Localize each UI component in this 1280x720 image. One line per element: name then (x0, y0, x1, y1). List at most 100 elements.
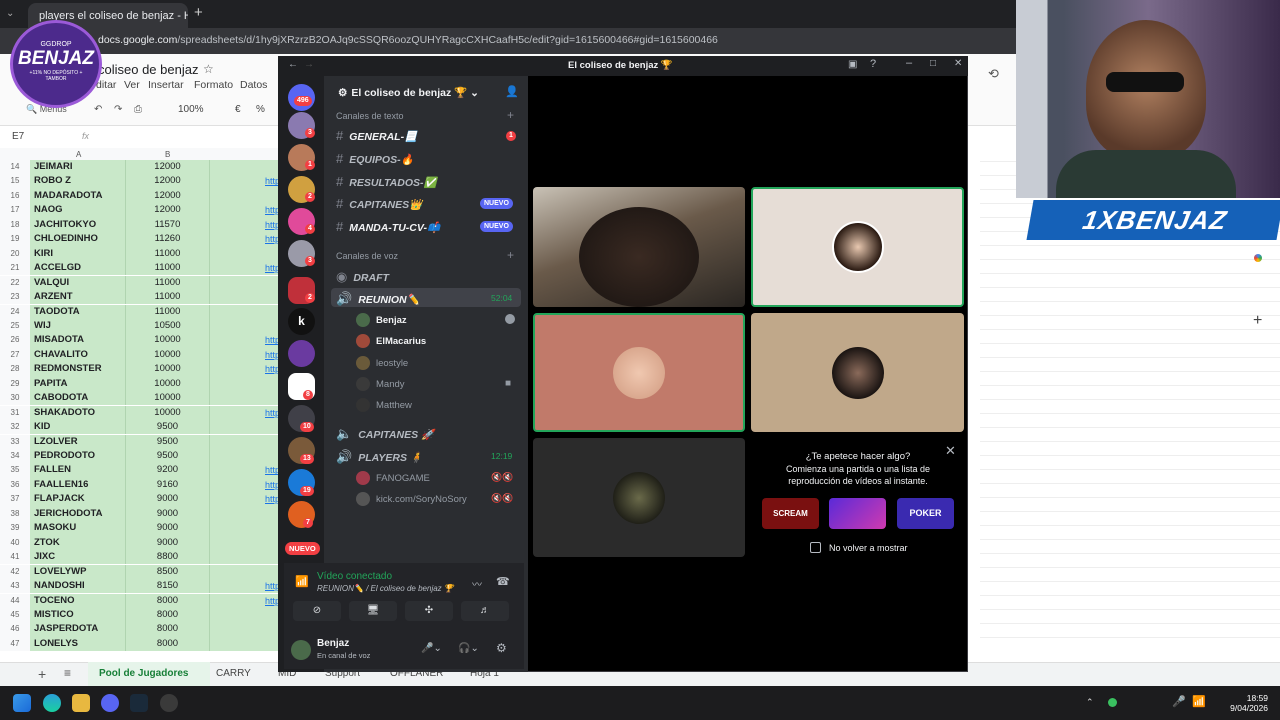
row-number[interactable]: 15 (0, 174, 30, 189)
player-name-cell[interactable]: MADARADOTA (30, 188, 126, 204)
server-icon-k[interactable]: k (288, 308, 315, 335)
row-number[interactable]: 47 (0, 636, 30, 652)
all-sheets-icon[interactable]: ≡ (64, 666, 71, 680)
link-cell[interactable] (210, 506, 280, 522)
voice-user-sorynosory[interactable]: kick.com/SoryNoSory (356, 492, 467, 506)
video-tile-speaking[interactable] (751, 187, 964, 307)
menu-edit[interactable]: ditar (96, 79, 116, 91)
voice-capitanes[interactable]: 🔈 CAPITANES 🚀 (336, 426, 434, 442)
settings-gear-icon[interactable]: ⚙ (496, 641, 507, 655)
menu-insert[interactable]: Insertar (148, 79, 184, 91)
player-name-cell[interactable]: JIXC (30, 550, 126, 565)
player-value-cell[interactable]: 11570 (126, 217, 210, 233)
row-number[interactable]: 34 (0, 449, 30, 464)
player-name-cell[interactable]: PAPITA (30, 376, 126, 392)
player-value-cell[interactable]: 9200 (126, 463, 210, 478)
text-category[interactable]: Canales de texto (336, 111, 404, 121)
player-value-cell[interactable]: 12000 (126, 188, 210, 204)
link-cell[interactable] (210, 304, 280, 319)
row-number[interactable]: 16 (0, 188, 30, 204)
activity-game-2[interactable] (829, 498, 886, 529)
video-tile-webcam[interactable] (533, 187, 745, 307)
row-number[interactable]: 32 (0, 420, 30, 435)
player-name-cell[interactable]: MASOKU (30, 521, 126, 536)
voice-players[interactable]: 🔊 PLAYERS 🧍 (336, 449, 423, 465)
add-sheet-icon[interactable]: + (38, 666, 46, 682)
clock[interactable]: 18:59 9/04/2026 (1228, 693, 1268, 713)
link-cell[interactable] (210, 564, 280, 579)
link-cell[interactable] (210, 550, 280, 565)
link-cell[interactable]: http (210, 217, 280, 233)
player-name-cell[interactable]: FLAPJACK (30, 492, 126, 507)
player-value-cell[interactable]: 8500 (126, 564, 210, 579)
player-value-cell[interactable]: 10000 (126, 376, 210, 392)
maximize-icon[interactable]: □ (930, 58, 936, 69)
player-name-cell[interactable]: MISTICO (30, 607, 126, 623)
row-number[interactable]: 43 (0, 579, 30, 594)
doc-title[interactable]: coliseo de benjaz (98, 62, 198, 77)
microphone-icon[interactable]: 🎤⌄ (421, 643, 442, 654)
percent-button[interactable]: % (256, 104, 265, 115)
player-name-cell[interactable]: JERICHODOTA (30, 506, 126, 522)
voice-location[interactable]: REUNION✏️ / El coliseo de benjaz 🏆 (317, 584, 454, 593)
link-cell[interactable] (210, 188, 280, 204)
player-value-cell[interactable]: 10000 (126, 333, 210, 348)
link-cell[interactable] (210, 449, 280, 464)
player-value-cell[interactable]: 12000 (126, 203, 210, 218)
tray-chevron-icon[interactable]: ⌃ (1086, 697, 1094, 708)
player-value-cell[interactable]: 8150 (126, 579, 210, 594)
row-number[interactable]: 44 (0, 593, 30, 608)
sheet-tab-carry[interactable]: CARRY (216, 668, 251, 679)
player-name-cell[interactable]: PEDRODOTO (30, 449, 126, 464)
new-tab-icon[interactable]: + (194, 4, 203, 21)
player-value-cell[interactable]: 11000 (126, 290, 210, 305)
player-name-cell[interactable]: ARZENT (30, 290, 126, 305)
video-tile-avatar-2[interactable] (533, 313, 745, 432)
link-cell[interactable] (210, 434, 280, 449)
player-name-cell[interactable]: CHLOEDINHO (30, 232, 126, 247)
link-cell[interactable] (210, 275, 280, 290)
link-cell[interactable]: http (210, 333, 280, 348)
player-value-cell[interactable]: 9000 (126, 492, 210, 507)
player-name-cell[interactable]: NAOG (30, 203, 126, 218)
player-name-cell[interactable]: TAODOTA (30, 304, 126, 319)
player-value-cell[interactable]: 10000 (126, 362, 210, 377)
link-cell[interactable] (210, 246, 280, 261)
help-icon[interactable]: ? (870, 58, 876, 70)
noise-suppression-icon[interactable]: 〰 (472, 576, 482, 591)
link-cell[interactable] (210, 391, 280, 406)
row-number[interactable]: 29 (0, 376, 30, 392)
link-cell[interactable] (210, 290, 280, 305)
player-value-cell[interactable]: 9000 (126, 506, 210, 522)
close-window-icon[interactable]: ✕ (954, 58, 962, 69)
link-cell[interactable] (210, 376, 280, 392)
player-name-cell[interactable]: TOCENO (30, 593, 126, 608)
wifi-icon[interactable]: 📶 (1192, 695, 1206, 708)
player-name-cell[interactable]: KID (30, 420, 126, 435)
row-number[interactable]: 45 (0, 607, 30, 623)
row-number[interactable]: 18 (0, 217, 30, 233)
minimize-icon[interactable]: – (906, 57, 912, 69)
menu-format[interactable]: Formato (194, 79, 233, 91)
row-number[interactable]: 17 (0, 203, 30, 218)
row-number[interactable]: 21 (0, 261, 30, 276)
player-name-cell[interactable]: FAALLEN16 (30, 477, 126, 493)
user-name[interactable]: Benjaz (317, 638, 349, 649)
player-value-cell[interactable]: 11000 (126, 304, 210, 319)
player-value-cell[interactable]: 9500 (126, 420, 210, 435)
player-value-cell[interactable]: 8800 (126, 550, 210, 565)
col-b-header[interactable]: B (165, 150, 170, 159)
file-explorer-icon[interactable] (72, 694, 90, 712)
link-cell[interactable]: http (210, 492, 280, 507)
row-number[interactable]: 22 (0, 275, 30, 290)
voice-user-mandy[interactable]: Mandy (356, 377, 405, 391)
headphones-icon[interactable]: 🎧⌄ (458, 643, 479, 654)
row-number[interactable]: 38 (0, 506, 30, 522)
add-text-channel-icon[interactable]: + (507, 108, 514, 122)
link-cell[interactable] (210, 521, 280, 536)
row-number[interactable]: 24 (0, 304, 30, 319)
player-value-cell[interactable]: 12000 (126, 160, 210, 175)
menu-view[interactable]: Ver (124, 79, 140, 91)
player-value-cell[interactable]: 10000 (126, 391, 210, 406)
voice-draft[interactable]: ◉ DRAFT (336, 269, 389, 285)
